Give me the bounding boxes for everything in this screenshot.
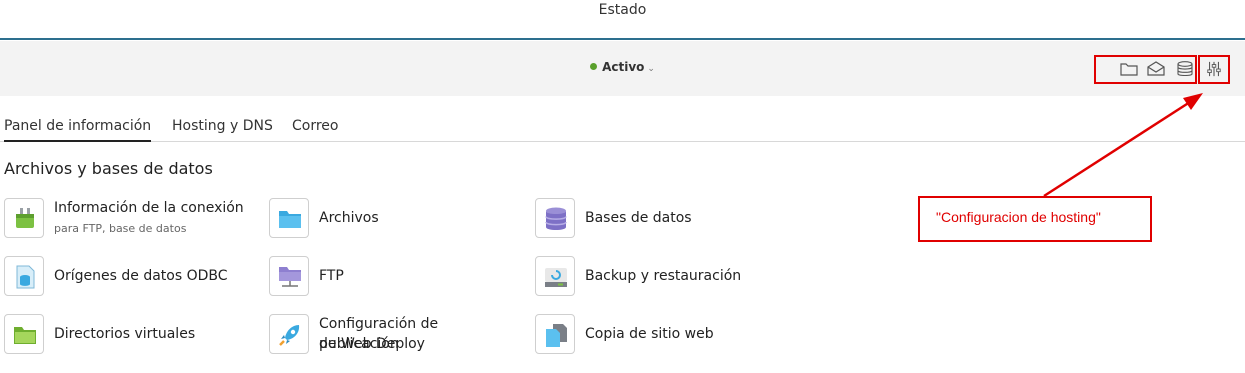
plug-icon xyxy=(4,198,44,238)
tab-correo[interactable]: Correo xyxy=(292,118,338,134)
annotation-box: "Configuracion de hosting" xyxy=(918,196,1152,242)
backup-icon xyxy=(535,256,575,296)
item-label: Archivos xyxy=(319,210,379,226)
tab-panel-informacion[interactable]: Panel de información xyxy=(4,118,152,142)
item-label: Bases de datos xyxy=(585,210,692,226)
tab-bar: Panel de información Hosting y DNS Corre… xyxy=(0,96,1245,142)
item-label: Backup y restauración xyxy=(585,268,742,284)
folder-icon[interactable] xyxy=(1120,61,1138,77)
copy-site-icon xyxy=(535,314,575,354)
item-directorios-virtuales[interactable]: Directorios virtuales xyxy=(4,314,254,358)
odbc-icon xyxy=(4,256,44,296)
hosting-toolbar xyxy=(1094,55,1230,84)
database-icon[interactable] xyxy=(1176,61,1194,77)
item-label: Copia de sitio web xyxy=(585,326,714,342)
item-label: FTP xyxy=(319,268,344,284)
status-bar: Activo ⌄ xyxy=(0,41,1245,96)
item-odbc[interactable]: Orígenes de datos ODBC xyxy=(4,256,254,300)
virtual-directory-icon xyxy=(4,314,44,354)
item-label: Orígenes de datos ODBC xyxy=(54,268,228,284)
item-copia-sitio[interactable]: Copia de sitio web xyxy=(535,314,785,358)
status-label: Activo xyxy=(602,60,645,74)
item-backup[interactable]: Backup y restauración xyxy=(535,256,785,300)
item-ftp[interactable]: FTP xyxy=(269,256,519,300)
rocket-icon xyxy=(269,314,309,354)
item-bases-datos[interactable]: Bases de datos xyxy=(535,198,785,242)
ftp-folder-icon xyxy=(269,256,309,296)
status-dot-icon xyxy=(590,63,598,70)
annotation-text: "Configuracion de hosting" xyxy=(936,209,1101,225)
item-connection-info[interactable]: Información de la conexión para FTP, bas… xyxy=(4,198,254,242)
item-label: Información de la conexión xyxy=(54,200,244,216)
item-sublabel: para FTP, base de datos xyxy=(54,222,187,235)
sliders-icon[interactable] xyxy=(1205,61,1223,77)
item-archivos[interactable]: Archivos xyxy=(269,198,519,242)
database-icon xyxy=(535,198,575,238)
chevron-down-icon: ⌄ xyxy=(647,64,655,74)
folder-icon xyxy=(269,198,309,238)
status-title: Estado xyxy=(598,2,647,18)
item-label: Directorios virtuales xyxy=(54,326,196,342)
item-label-line2: de Web Deploy xyxy=(319,336,425,352)
status-header: Estado xyxy=(0,0,1245,40)
section-title: Archivos y bases de datos xyxy=(4,159,213,178)
item-web-deploy[interactable]: Configuración de publicación de Web Depl… xyxy=(269,314,519,358)
tab-hosting-dns[interactable]: Hosting y DNS xyxy=(172,118,273,134)
mail-icon[interactable] xyxy=(1147,61,1165,77)
status-dropdown[interactable]: Activo ⌄ xyxy=(0,60,1245,74)
